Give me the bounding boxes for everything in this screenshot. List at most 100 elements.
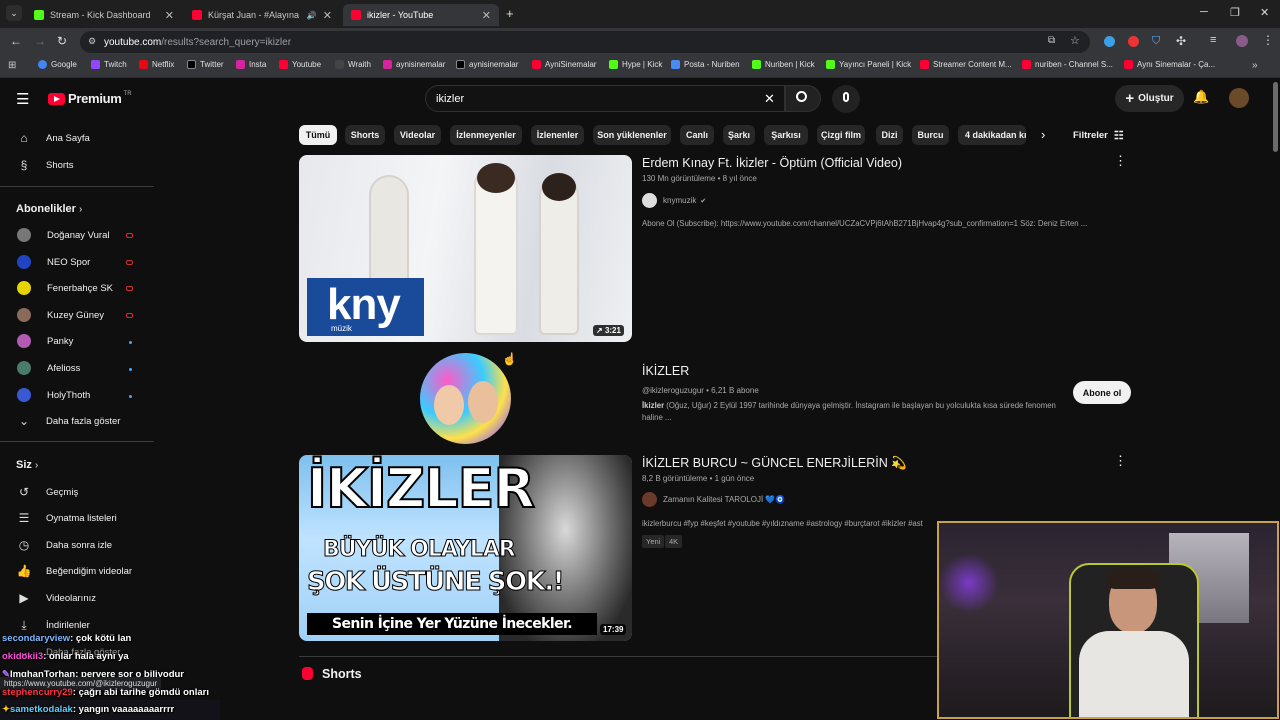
create-button[interactable]: + Oluştur — [1115, 85, 1184, 112]
guide-menu-icon[interactable]: ☰ — [16, 90, 29, 108]
bookmark-item[interactable]: Wraith — [335, 60, 371, 69]
filter-chip[interactable]: İzlenmeyenler — [450, 125, 522, 145]
you-header[interactable]: Siz › — [16, 459, 38, 471]
bookmark-item[interactable]: Aynı Sinemalar - Ça... — [1124, 60, 1215, 69]
install-app-icon[interactable]: ⧉ — [1048, 35, 1055, 46]
filter-chip[interactable]: Shorts — [345, 125, 385, 145]
channel-link[interactable]: knymuzik ✔ — [642, 193, 706, 208]
browser-tab-youtube-music[interactable]: Kürşat Juan - #Alayına ( Offi 🔊 ✕ — [184, 4, 340, 26]
bookmark-item[interactable]: Yayıncı Paneli | Kick — [826, 60, 911, 69]
new-tab-icon[interactable]: + — [506, 6, 514, 21]
bookmark-item[interactable]: Youtube — [279, 60, 321, 69]
reload-icon[interactable]: ↻ — [57, 34, 67, 48]
minimize-icon[interactable]: ─ — [1200, 6, 1208, 18]
channel-avatar-large[interactable] — [420, 353, 511, 444]
bookmark-item[interactable]: Twitch — [91, 60, 127, 69]
subscribe-button[interactable]: Abone ol — [1073, 381, 1131, 404]
apps-grid-icon[interactable]: ⊞ — [8, 60, 16, 71]
filter-chip[interactable]: Videolar — [394, 125, 441, 145]
video-title[interactable]: Erdem Kınay Ft. İkizler - Öptüm (Officia… — [642, 156, 902, 170]
browser-tab-kick[interactable]: Stream - Kick Dashboard ✕ — [26, 4, 182, 26]
sidebar-sub-item[interactable]: Fenerbahçe SK — [14, 277, 139, 299]
close-tab-icon[interactable]: ✕ — [165, 9, 174, 22]
sidebar-show-more[interactable]: ⌄ Daha fazla göster — [14, 410, 139, 432]
extension-red-icon[interactable] — [1128, 36, 1139, 47]
search-input[interactable]: ikizler — [436, 93, 464, 105]
sidebar-sub-item[interactable]: Kuzey Güney — [14, 304, 139, 326]
scrollbar[interactable] — [1273, 82, 1278, 152]
sidebar-sub-item[interactable]: HolyThoth — [14, 384, 139, 406]
close-window-icon[interactable]: ✕ — [1260, 6, 1269, 19]
sidebar-item-liked[interactable]: 👍 Beğendiğim videolar — [14, 560, 139, 582]
tab-search-button[interactable]: ⌄ — [6, 5, 22, 21]
filter-chip[interactable]: Çizgi film — [817, 125, 865, 145]
bookmark-item[interactable]: Netflix — [139, 60, 174, 69]
sidebar-sub-item[interactable]: Afelioss — [14, 357, 139, 379]
extension-edge-icon[interactable] — [1104, 36, 1115, 47]
more-actions-icon[interactable]: ⋮ — [1114, 153, 1127, 169]
bookmark-item[interactable]: aynisinemalar — [383, 60, 445, 69]
sidebar-item-history[interactable]: ↺ Geçmiş — [14, 481, 139, 503]
forward-icon[interactable]: → — [34, 34, 46, 48]
bookmark-item[interactable]: AyniSinemalar — [532, 60, 596, 69]
filter-chip-all[interactable]: Tümü — [299, 125, 337, 145]
bookmark-star-icon[interactable]: ☆ — [1070, 34, 1080, 47]
address-bar[interactable]: ⚙ youtube.com/results?search_query=ikizl… — [80, 31, 1090, 53]
extensions-puzzle-icon[interactable]: ✣ — [1176, 34, 1186, 48]
bookmark-item[interactable]: Nuriben | Kick — [752, 60, 815, 69]
sidebar-sub-item[interactable]: NEO Spor — [14, 251, 139, 273]
sidebar-sub-item[interactable]: Panky — [14, 330, 139, 352]
video-title[interactable]: İKİZLER BURCU ~ GÜNCEL ENERJİLERİN 💫 — [642, 456, 907, 471]
browser-tab-youtube-search[interactable]: ikizler - YouTube ✕ — [343, 4, 499, 26]
filter-chip[interactable]: Burcu — [912, 125, 949, 145]
video-thumbnail[interactable]: İKİZLER BÜYÜK OLAYLAR ŞOK ÜSTÜNE ŞOK.! S… — [299, 455, 632, 641]
voice-search-button[interactable] — [832, 85, 860, 113]
search-box[interactable]: ikizler ✕ — [425, 85, 785, 112]
more-actions-icon[interactable]: ⋮ — [1114, 453, 1127, 469]
notifications-bell-icon[interactable]: 🔔 — [1193, 89, 1209, 105]
filter-chip[interactable]: Canlı — [680, 125, 714, 145]
browser-menu-icon[interactable]: ⋮ — [1262, 33, 1274, 47]
sidebar-item-home[interactable]: ⌂ Ana Sayfa — [14, 127, 139, 149]
audio-playing-icon[interactable]: 🔊 — [307, 11, 317, 20]
youtube-logo[interactable]: Premium TR — [48, 91, 132, 106]
restore-icon[interactable]: ❐ — [1230, 6, 1240, 19]
filter-chip[interactable]: Son yüklenenler — [593, 125, 671, 145]
filter-chip[interactable]: İzlenenler — [531, 125, 584, 145]
close-tab-icon[interactable]: ✕ — [482, 9, 491, 22]
extension-shield-icon[interactable]: ⛉ — [1152, 35, 1160, 48]
subscriptions-header[interactable]: Abonelikler › — [16, 203, 82, 215]
bookmark-item[interactable]: Insta — [236, 60, 266, 69]
sidebar-item-your-videos[interactable]: ▶ Videolarınız — [14, 587, 139, 609]
bookmark-item[interactable]: Google — [38, 60, 77, 69]
sidebar-item-playlists[interactable]: ☰ Oynatma listeleri — [14, 507, 139, 529]
clock-icon: ◷ — [18, 538, 30, 552]
channel-link[interactable]: Zamanın Kalitesi TAROLOJİ 💙🧿 — [642, 492, 785, 507]
filter-chip[interactable]: Şarkı — [723, 125, 755, 145]
sidebar-item-watch-later[interactable]: ◷ Daha sonra izle — [14, 534, 139, 556]
profile-icon[interactable] — [1236, 35, 1248, 47]
video-thumbnail[interactable]: kny müzik ↗ 3:21 — [299, 155, 632, 342]
bookmark-item[interactable]: Posta - Nuriben — [671, 60, 740, 69]
bookmark-item[interactable]: Streamer Content M... — [920, 60, 1012, 69]
sidebar-sub-item[interactable]: Doğanay Vural — [14, 224, 139, 246]
filter-chip[interactable]: Şarkısı — [764, 125, 808, 145]
bookmark-item[interactable]: Twitter — [187, 60, 224, 69]
filters-button[interactable]: Filtreler ☷ — [1073, 129, 1124, 142]
close-tab-icon[interactable]: ✕ — [323, 9, 332, 22]
channel-name[interactable]: İKİZLER — [642, 364, 689, 378]
search-button[interactable] — [785, 85, 821, 112]
sidebar-item-shorts[interactable]: § Shorts — [14, 154, 139, 176]
back-icon[interactable]: ← — [10, 34, 22, 48]
bookmark-item[interactable]: aynisinemalar — [456, 60, 518, 69]
filter-chip[interactable]: 4 dakikadan kı — [958, 125, 1026, 145]
account-avatar[interactable] — [1229, 88, 1249, 108]
more-bookmarks-icon[interactable]: » — [1252, 60, 1258, 71]
chips-next-icon[interactable]: › — [1041, 127, 1045, 142]
media-controls-icon[interactable]: ≡ — [1210, 34, 1216, 46]
filter-chip[interactable]: Dizi — [876, 125, 903, 145]
bookmark-item[interactable]: Hype | Kick — [609, 60, 662, 69]
bookmark-item[interactable]: nuriben - Channel S... — [1022, 60, 1113, 69]
clear-search-icon[interactable]: ✕ — [764, 91, 775, 107]
site-info-icon[interactable]: ⚙ — [88, 36, 96, 47]
